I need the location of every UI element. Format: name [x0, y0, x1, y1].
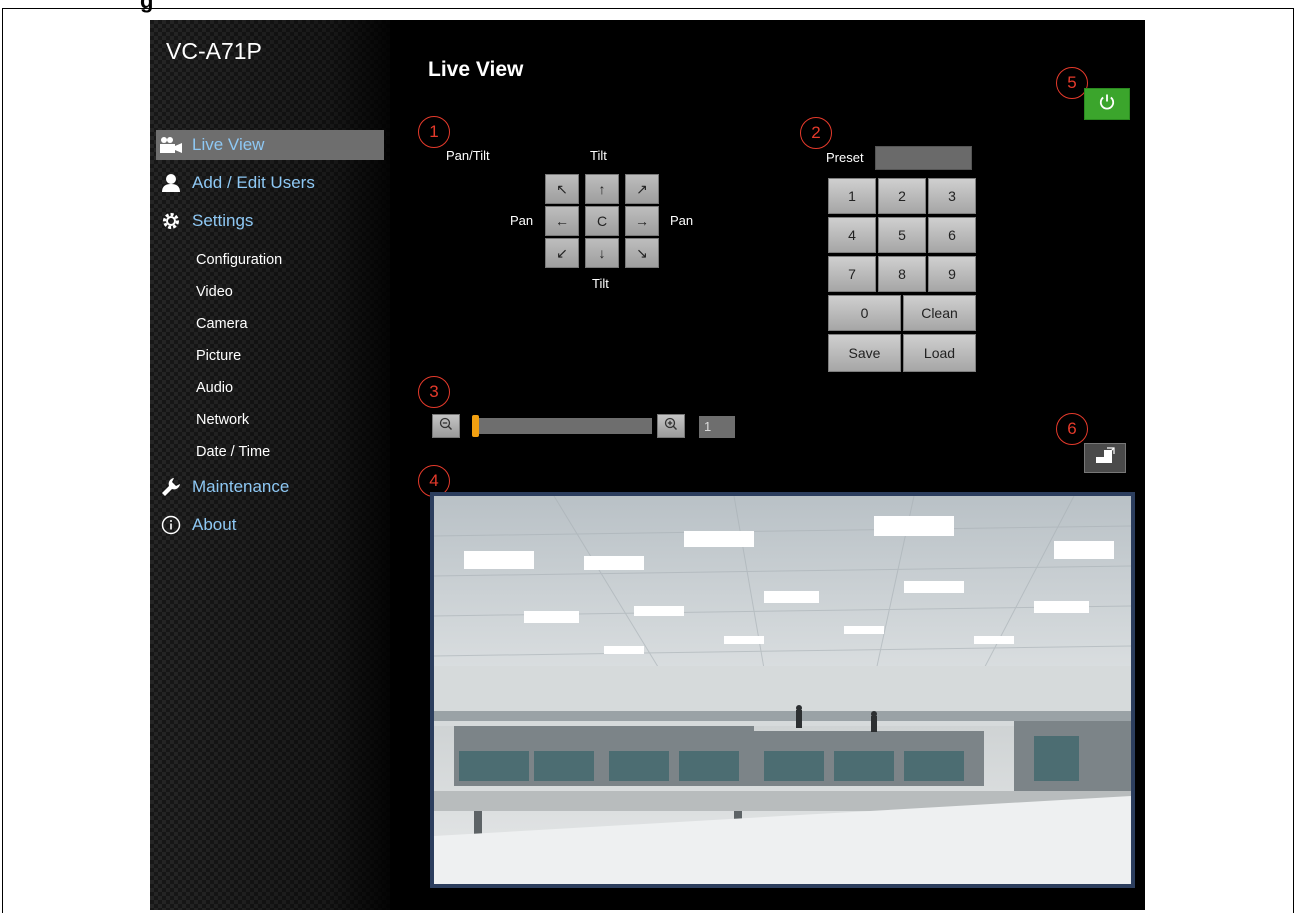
zoom-slider-handle[interactable]	[472, 415, 479, 437]
preset-key-8[interactable]: 8	[878, 256, 926, 292]
subnav-date-time[interactable]: Date / Time	[150, 436, 390, 468]
sidebar-nav: Live View Add / Edit Users Settings Conf…	[150, 130, 390, 548]
ptz-down-right-button[interactable]: ↘	[625, 238, 659, 268]
sidebar-item-label: Live View	[192, 135, 265, 154]
model-name: VC-A71P	[166, 38, 262, 64]
preset-clean-button[interactable]: Clean	[903, 295, 976, 331]
sidebar-item-users[interactable]: Add / Edit Users	[150, 168, 390, 198]
zoom-out-button[interactable]	[432, 414, 460, 438]
sidebar-item-live-view[interactable]: Live View	[156, 130, 384, 160]
sidebar-item-maintenance[interactable]: Maintenance	[150, 472, 390, 502]
zoom-out-icon	[439, 417, 453, 436]
sidebar-item-label: Add / Edit Users	[192, 173, 315, 192]
sidebar-item-settings[interactable]: Settings	[150, 206, 390, 236]
sidebar-item-about[interactable]: About	[150, 510, 390, 540]
sidebar-item-label: About	[192, 515, 237, 534]
annotation-marker-3: 3	[418, 376, 450, 408]
page-heading-fragment: g	[140, 0, 154, 13]
sidebar-item-label: Settings	[192, 211, 254, 230]
preset-key-0[interactable]: 0	[828, 295, 901, 331]
preset-input[interactable]	[875, 146, 972, 170]
page-title: Live View	[428, 58, 524, 81]
preset-load-button[interactable]: Load	[903, 334, 976, 372]
power-icon	[1098, 93, 1116, 116]
ptz-down-button[interactable]: ↓	[585, 238, 619, 268]
ptz-up-button[interactable]: ↑	[585, 174, 619, 204]
ptz-up-left-button[interactable]: ↖	[545, 174, 579, 204]
sidebar: VC-A71P Live View Add / Edit Users Setti…	[150, 20, 390, 910]
preset-key-3[interactable]: 3	[928, 178, 976, 214]
fullscreen-icon	[1094, 446, 1116, 470]
tilt-top-label: Tilt	[590, 148, 607, 163]
ptz-left-button[interactable]: ←	[545, 206, 579, 236]
subnav-audio[interactable]: Audio	[150, 372, 390, 404]
wrench-icon	[158, 476, 184, 498]
zoom-in-button[interactable]	[657, 414, 685, 438]
power-button[interactable]	[1084, 88, 1130, 120]
ptz-up-right-button[interactable]: ↗	[625, 174, 659, 204]
ptz-right-button[interactable]: →	[625, 206, 659, 236]
info-icon	[158, 514, 184, 536]
preset-save-button[interactable]: Save	[828, 334, 901, 372]
ptz-down-left-button[interactable]: ↙	[545, 238, 579, 268]
preset-key-9[interactable]: 9	[928, 256, 976, 292]
live-video-image	[434, 496, 1131, 884]
subnav-camera[interactable]: Camera	[150, 308, 390, 340]
annotation-marker-2: 2	[800, 117, 832, 149]
subnav-video[interactable]: Video	[150, 276, 390, 308]
subnav-network[interactable]: Network	[150, 404, 390, 436]
zoom-value: 1	[699, 416, 735, 438]
preset-key-6[interactable]: 6	[928, 217, 976, 253]
gear-icon	[158, 210, 184, 232]
annotation-marker-6: 6	[1056, 413, 1088, 445]
preset-key-1[interactable]: 1	[828, 178, 876, 214]
preset-key-5[interactable]: 5	[878, 217, 926, 253]
preset-label: Preset	[826, 150, 864, 165]
settings-subnav: Configuration Video Camera Picture Audio…	[150, 244, 390, 468]
fullscreen-button[interactable]	[1084, 443, 1126, 473]
annotation-marker-1: 1	[418, 116, 450, 148]
pan-left-label: Pan	[510, 213, 534, 228]
subnav-picture[interactable]: Picture	[150, 340, 390, 372]
sidebar-item-label: Maintenance	[192, 477, 290, 496]
preset-key-4[interactable]: 4	[828, 217, 876, 253]
camera-web-ui: VC-A71P Live View Add / Edit Users Setti…	[150, 20, 1145, 910]
live-video-view[interactable]	[430, 492, 1135, 888]
zoom-slider-track[interactable]	[472, 415, 652, 437]
pan-right-label: Pan	[670, 213, 694, 228]
preset-key-7[interactable]: 7	[828, 256, 876, 292]
camera-icon	[158, 134, 184, 156]
pan-tilt-label: Pan/Tilt	[446, 148, 490, 163]
user-icon	[158, 172, 184, 194]
preset-key-2[interactable]: 2	[878, 178, 926, 214]
ptz-center-button[interactable]: C	[585, 206, 619, 236]
zoom-in-icon	[664, 417, 678, 436]
tilt-bottom-label: Tilt	[592, 276, 609, 291]
subnav-configuration[interactable]: Configuration	[150, 244, 390, 276]
